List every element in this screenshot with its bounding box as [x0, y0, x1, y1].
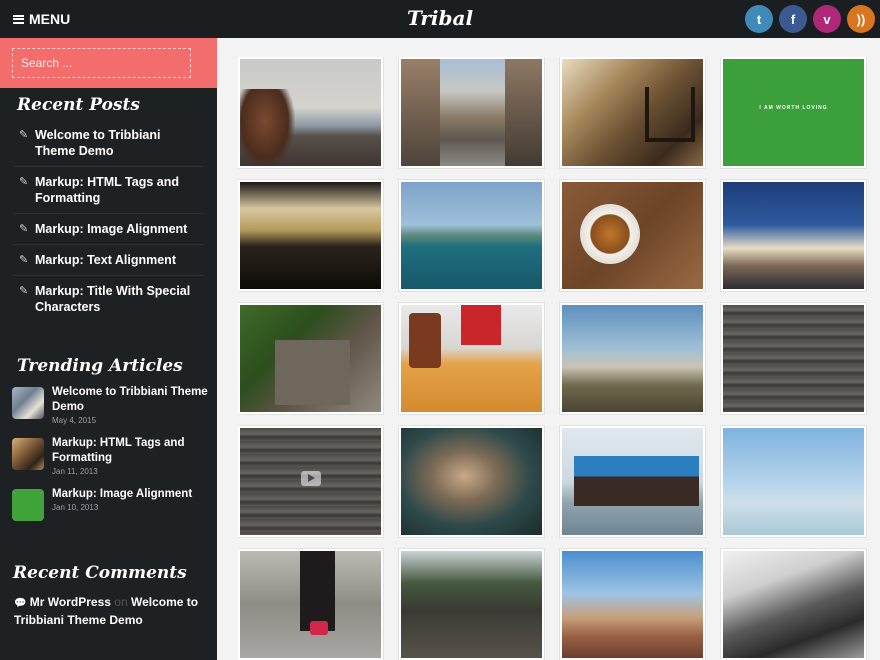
gallery-tile[interactable]: [399, 549, 544, 660]
comment-author[interactable]: Mr WordPress: [30, 595, 111, 609]
recent-post-link[interactable]: ✎ Markup: Image Alignment: [14, 214, 203, 245]
gallery-tile[interactable]: [560, 57, 705, 168]
pencil-icon: ✎: [19, 129, 29, 141]
facebook-icon[interactable]: f: [779, 5, 807, 33]
calm-sea-photo: [723, 428, 864, 535]
gallery-tile[interactable]: [399, 180, 544, 291]
taxi-traffic-photo: [240, 182, 381, 289]
trending-item[interactable]: Markup: HTML Tags and Formatting Jan 11,…: [12, 436, 217, 476]
recent-post-title: Markup: HTML Tags and Formatting: [35, 175, 179, 205]
recent-posts-list: ✎ Welcome to Tribbiani Theme Demo ✎ Markup…: [0, 120, 217, 322]
gallery-tile[interactable]: [238, 303, 383, 414]
ferry-boat-photo: [562, 428, 703, 535]
green-quote-image: I AM WORTH LOVING: [723, 59, 864, 166]
photo-gallery: I AM WORTH LOVING: [238, 57, 868, 660]
menu-label: MENU: [29, 11, 71, 27]
trending-title: Trending Articles: [17, 356, 183, 376]
recent-posts-widget: Recent Posts ✎ Welcome to Tribbiani Theme…: [0, 95, 217, 322]
trending-list: Welcome to Tribbiani Theme Demo May 4, 2…: [0, 385, 217, 521]
pencil-icon: ✎: [19, 223, 29, 235]
wood-planks-photo: [723, 305, 864, 412]
coffee-cup-photo: [562, 182, 703, 289]
trending-thumbnail: [12, 438, 44, 470]
pencil-icon: ✎: [19, 254, 29, 266]
recent-post-title: Markup: Title With Special Characters: [35, 284, 191, 314]
city-skyline-photo: [562, 551, 703, 658]
rainy-window-portrait-photo: [401, 428, 542, 535]
recent-post-link[interactable]: ✎ Markup: Title With Special Characters: [14, 276, 203, 322]
gallery-tile[interactable]: [721, 549, 866, 660]
walking-feet-photo: [240, 551, 381, 658]
gallery-tile[interactable]: [721, 303, 866, 414]
recent-comments-title: Recent Comments: [13, 563, 187, 583]
woman-mountains-photo: [240, 59, 381, 166]
top-bar: MENU Tribal t f v )): [0, 0, 880, 38]
search-input[interactable]: [12, 48, 191, 78]
gallery-tile[interactable]: [238, 549, 383, 660]
hamburger-icon: [13, 14, 24, 24]
trending-thumbnail: [12, 489, 44, 521]
gallery-tile[interactable]: [560, 549, 705, 660]
clouds-sky-photo: [723, 182, 864, 289]
comment-connector: on: [114, 595, 128, 609]
gallery-tile[interactable]: [721, 426, 866, 537]
trending-item-date: Jan 11, 2013: [52, 467, 98, 476]
trending-item-title: Welcome to Tribbiani Theme Demo: [52, 386, 208, 413]
search-widget: [0, 38, 217, 88]
vimeo-icon[interactable]: v: [813, 5, 841, 33]
trending-item-date: May 4, 2015: [52, 416, 97, 425]
pencil-icon: ✎: [19, 176, 29, 188]
gallery-tile[interactable]: [399, 426, 544, 537]
quote-text: I AM WORTH LOVING: [759, 105, 828, 111]
recent-post-link[interactable]: ✎ Welcome to Tribbiani Theme Demo: [14, 120, 203, 167]
lake-shore-photo: [401, 182, 542, 289]
play-icon[interactable]: [301, 471, 321, 486]
comment-bubble-icon: 💬: [14, 598, 27, 609]
menu-button[interactable]: MENU: [13, 11, 70, 27]
gallery-tile[interactable]: [560, 303, 705, 414]
gallery-tile[interactable]: [238, 180, 383, 291]
gallery-tile[interactable]: [560, 180, 705, 291]
gallery-tile[interactable]: [560, 426, 705, 537]
surfboard-photo: [723, 551, 864, 658]
desk-writing-photo: [401, 305, 542, 412]
gallery-tile[interactable]: [399, 303, 544, 414]
pencil-icon: ✎: [19, 285, 29, 297]
twitter-icon[interactable]: t: [745, 5, 773, 33]
railway-tracks-photo: [401, 551, 542, 658]
bench-sidewalk-photo: [562, 59, 703, 166]
trending-item[interactable]: Welcome to Tribbiani Theme Demo May 4, 2…: [12, 385, 217, 425]
recent-comments-widget: Recent Comments 💬 Mr WordPress on Welcom…: [0, 563, 217, 628]
wood-video-thumbnail: [240, 428, 381, 535]
trending-item-date: Jan 10, 2013: [52, 503, 99, 512]
comment-entry: 💬 Mr WordPress on Welcome to Tribbiani T…: [0, 594, 200, 628]
gallery-tile[interactable]: I AM WORTH LOVING: [721, 57, 866, 168]
trending-item-title: Markup: HTML Tags and Formatting: [52, 437, 185, 464]
sidebar: Recent Posts ✎ Welcome to Tribbiani Theme…: [0, 38, 217, 660]
tree-hillside-photo: [562, 305, 703, 412]
gallery-tile[interactable]: [238, 426, 383, 537]
recent-post-title: Markup: Text Alignment: [35, 253, 176, 267]
recent-post-link[interactable]: ✎ Markup: HTML Tags and Formatting: [14, 167, 203, 214]
social-links: t f v )): [745, 5, 875, 33]
trending-item[interactable]: Markup: Image Alignment Jan 10, 2013: [12, 487, 217, 521]
forest-shed-photo: [240, 305, 381, 412]
rss-icon[interactable]: )): [847, 5, 875, 33]
gallery-tile[interactable]: [721, 180, 866, 291]
city-street-photo: [401, 59, 542, 166]
trending-widget: Trending Articles Welcome to Tribbiani T…: [0, 356, 217, 521]
gallery-tile[interactable]: [238, 57, 383, 168]
trending-thumbnail: [12, 387, 44, 419]
recent-post-title: Markup: Image Alignment: [35, 222, 188, 236]
trending-item-title: Markup: Image Alignment: [52, 488, 193, 500]
recent-post-title: Welcome to Tribbiani Theme Demo: [35, 128, 161, 158]
recent-posts-title: Recent Posts: [17, 95, 140, 115]
recent-post-link[interactable]: ✎ Markup: Text Alignment: [14, 245, 203, 276]
gallery-tile[interactable]: [399, 57, 544, 168]
